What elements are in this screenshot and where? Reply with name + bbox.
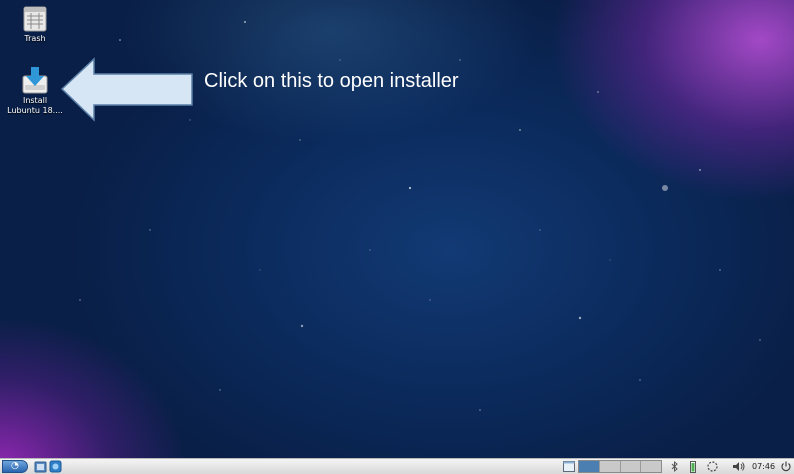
workspace-pager[interactable] <box>578 460 662 473</box>
desktop[interactable]: Trash Install Lubuntu 18.... Click on th… <box>0 0 794 458</box>
clock[interactable]: 07:46 <box>752 461 775 474</box>
workspace-1[interactable] <box>579 461 600 472</box>
lubuntu-logo-icon: ◔ <box>11 461 19 471</box>
show-desktop-icon[interactable] <box>563 460 575 473</box>
power-icon[interactable] <box>780 460 792 473</box>
desktop-icon-install-lubuntu[interactable]: Install Lubuntu 18.... <box>4 66 66 116</box>
bluetooth-icon[interactable] <box>671 460 679 473</box>
annotation-text: Click on this to open installer <box>204 70 459 92</box>
installer-icon <box>22 67 48 94</box>
network-icon[interactable] <box>706 460 719 473</box>
desktop-icon-trash[interactable]: Trash <box>4 6 66 44</box>
taskbar: ◔ 07:46 <box>0 458 794 474</box>
start-menu-button[interactable]: ◔ <box>2 460 28 473</box>
workspace-2[interactable] <box>599 461 621 472</box>
battery-icon[interactable] <box>689 460 697 473</box>
trash-icon <box>23 6 47 32</box>
workspace-4[interactable] <box>641 461 661 472</box>
desktop-icon-label: Install Lubuntu 18.... <box>7 96 63 115</box>
volume-icon[interactable] <box>732 460 746 473</box>
annotation-arrow <box>60 57 193 122</box>
browser-launcher-icon[interactable] <box>49 460 62 473</box>
workspace-3[interactable] <box>620 461 642 472</box>
desktop-icon-label: Trash <box>24 34 46 43</box>
file-manager-launcher-icon[interactable] <box>34 460 47 473</box>
